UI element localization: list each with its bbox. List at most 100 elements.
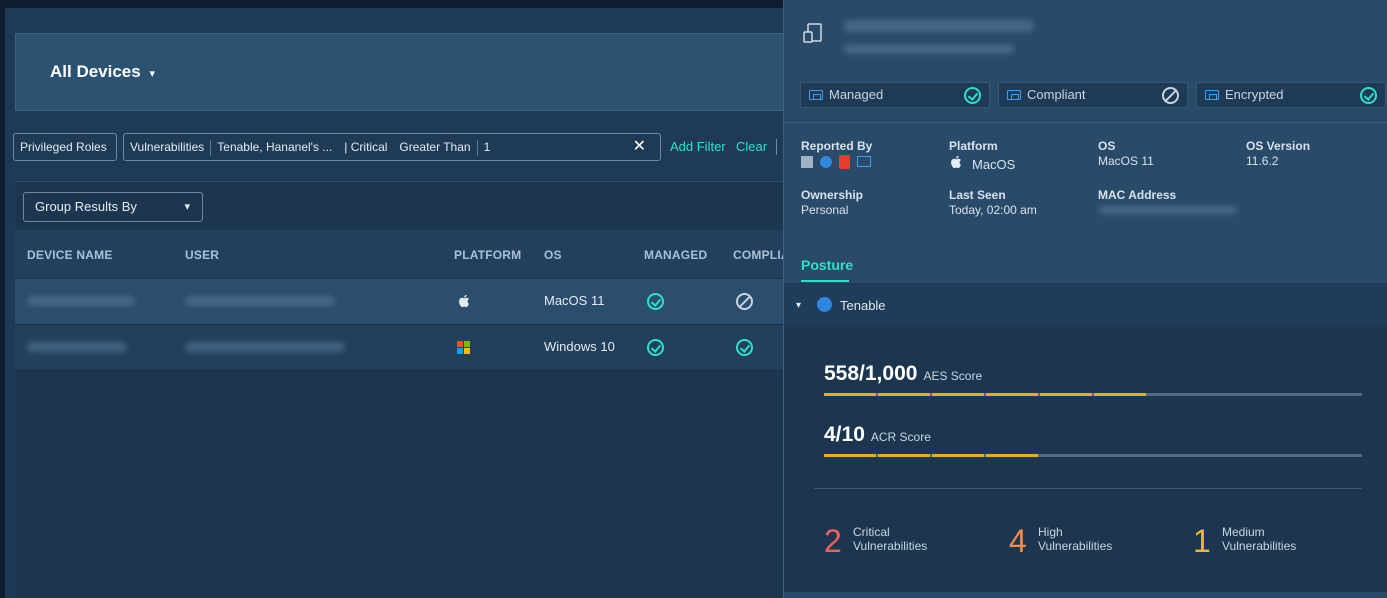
high-count: 4 — [1009, 523, 1027, 559]
devices-pane: All Devices ▾ Privileged Roles Vulnerabi… — [5, 8, 783, 598]
critical-label: Critical Vulnerabilities — [853, 525, 927, 553]
device-name-redacted — [27, 342, 127, 352]
acr-score-segment — [824, 454, 876, 457]
all-devices-dropdown[interactable]: All Devices ▾ — [50, 62, 155, 82]
device-detail-panel: Managed Compliant Encrypted Reported By … — [783, 0, 1387, 598]
device-title-redacted — [844, 20, 1034, 32]
page-header: All Devices ▾ — [15, 33, 783, 111]
column-device-name[interactable]: DEVICE NAME — [27, 248, 113, 262]
aes-score-segment — [1040, 393, 1092, 396]
os-value: Windows 10 — [544, 339, 615, 354]
managed-status: Managed — [800, 82, 990, 108]
group-results-by-select[interactable]: Group Results By ▾ — [23, 192, 203, 222]
high-label: High Vulnerabilities — [1038, 525, 1112, 553]
check-circle-icon — [1360, 87, 1377, 104]
column-os[interactable]: OS — [544, 248, 562, 262]
compliant-status: Compliant — [998, 82, 1188, 108]
encrypted-status: Encrypted — [1196, 82, 1386, 108]
tab-posture[interactable]: Posture — [801, 257, 853, 273]
caret-down-icon: ▾ — [184, 201, 190, 213]
medium-label-line2: Vulnerabilities — [1222, 539, 1297, 553]
caret-down-icon: ▾ — [149, 68, 155, 80]
high-label-line2: Vulnerabilities — [1038, 539, 1113, 553]
table-row[interactable]: Windows 10 — [15, 325, 783, 371]
office-icon — [839, 155, 850, 169]
vuln-filter-value: 1 — [483, 140, 491, 154]
vuln-filter-severity: | Critical — [344, 140, 388, 154]
last-seen-label: Last Seen — [949, 188, 1006, 202]
aes-score: 558/1,000 AES Score — [824, 362, 982, 386]
table-header: DEVICE NAME USER PLATFORM OS MANAGED COM… — [15, 230, 783, 278]
panel-footer — [784, 592, 1387, 598]
column-compliant[interactable]: COMPLIA — [733, 248, 783, 262]
critical-label-line1: Critical — [853, 525, 890, 539]
platform-value: MacOS — [972, 157, 1016, 172]
source-icon — [801, 156, 813, 168]
aes-score-segment — [824, 393, 876, 396]
table-row[interactable]: MacOS 11 — [15, 279, 783, 325]
windows-icon — [457, 341, 471, 355]
add-filter-link[interactable]: Add Filter — [670, 139, 726, 154]
os-version-label: OS Version — [1246, 139, 1311, 153]
os-value: MacOS 11 — [544, 293, 605, 308]
device-management-icon — [1007, 90, 1021, 100]
tenable-scores: 558/1,000 AES Score 4/10 ACR Score 2 Criti… — [784, 327, 1387, 592]
ownership-value: Personal — [801, 203, 849, 217]
tenable-section-toggle[interactable]: ▾ Tenable — [784, 283, 1387, 327]
tenable-logo-icon — [817, 297, 832, 312]
acr-score-label: ACR Score — [870, 430, 931, 444]
aes-score-segment — [878, 393, 930, 396]
active-tab-indicator — [801, 280, 849, 282]
acr-score-value: 4/10 — [824, 423, 865, 446]
acr-score-segment — [932, 454, 984, 457]
divider — [776, 139, 777, 155]
ownership-label: Ownership — [801, 188, 864, 202]
column-user[interactable]: USER — [185, 248, 219, 262]
divider — [784, 122, 1387, 123]
high-label-line1: High — [1038, 525, 1063, 539]
page-title: All Devices — [50, 62, 141, 81]
check-circle-icon — [964, 87, 981, 104]
check-circle-icon — [736, 339, 753, 356]
critical-count: 2 — [824, 523, 842, 559]
user-redacted — [185, 296, 335, 306]
aes-score-segment — [1094, 393, 1146, 396]
group-by-label: Group Results By — [35, 199, 137, 214]
medium-count: 1 — [1193, 523, 1211, 559]
platform-label: Platform — [949, 139, 998, 153]
source-icon — [820, 156, 832, 168]
status-label: Compliant — [1027, 87, 1086, 102]
check-circle-icon — [647, 339, 664, 356]
vulnerabilities-filter[interactable]: Vulnerabilities Tenable, Hananel's ... | C… — [123, 133, 661, 161]
status-label: Encrypted — [1225, 87, 1284, 102]
integration-name: Tenable — [840, 298, 886, 313]
os-value: MacOS 11 — [1098, 154, 1154, 168]
remove-filter-icon[interactable]: ✕ — [627, 134, 652, 160]
device-subtitle-redacted — [844, 44, 1014, 54]
mac-address-label: MAC Address — [1098, 188, 1177, 202]
device-management-icon — [857, 156, 871, 167]
column-managed[interactable]: MANAGED — [644, 248, 707, 262]
critical-label-line2: Vulnerabilities — [853, 539, 928, 553]
check-circle-icon — [647, 293, 664, 310]
privileged-roles-filter[interactable]: Privileged Roles — [13, 133, 117, 161]
clear-filters-link[interactable]: Clear — [736, 139, 767, 154]
status-label: Managed — [829, 87, 884, 102]
device-management-icon — [809, 90, 823, 100]
column-platform[interactable]: PLATFORM — [454, 248, 521, 262]
reported-by-label: Reported By — [801, 139, 873, 153]
device-icon — [803, 23, 822, 43]
vuln-filter-label: Vulnerabilities — [130, 140, 205, 154]
divider — [814, 488, 1362, 489]
acr-score-segment — [878, 454, 930, 457]
os-version-value: 11.6.2 — [1246, 154, 1279, 168]
aes-score-value: 558/1,000 — [824, 362, 918, 385]
acr-score-segment — [986, 454, 1038, 457]
aes-score-segment — [986, 393, 1038, 396]
not-applicable-icon — [736, 293, 753, 310]
aes-score-bar — [824, 393, 1362, 396]
apple-icon — [951, 155, 961, 169]
apple-icon — [459, 294, 469, 308]
os-label: OS — [1098, 139, 1116, 153]
aes-score-segment — [932, 393, 984, 396]
